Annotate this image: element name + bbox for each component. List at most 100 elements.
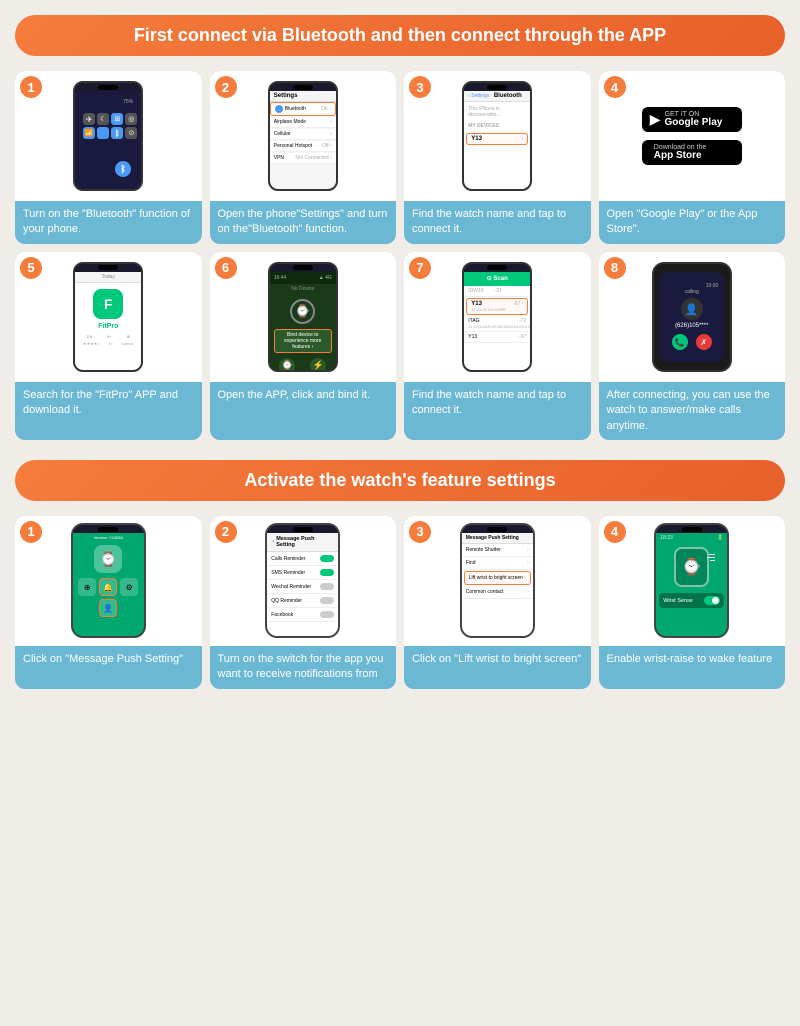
step-2-number: 2 — [215, 76, 237, 98]
step-6-image: 6 16:44 ▲ 4G No Device ⌚ Bind device to … — [210, 252, 397, 382]
watch-call-screen: 10:00 calling 👤 (626)105**** 📞 ✗ — [659, 272, 724, 362]
common-contact-item: Common contact › — [462, 586, 533, 599]
section1-title: First connect via Bluetooth and then con… — [35, 25, 765, 46]
calls-reminder-item: Calls Reminder — [267, 552, 338, 566]
fitpro-main-screen: Version: V13653 ⌚ ⊕ 🔔 ⚙ 👤 — [73, 533, 144, 636]
bind-device-button[interactable]: Bind device to experience more features … — [274, 329, 332, 353]
step-1-text: Turn on the "Bluetooth" function of your… — [15, 201, 202, 244]
step-4-card: 4 ▶ GET IT ON Google Play Download on th… — [599, 71, 786, 244]
s2-step-1-card: 1 Version: V13653 ⌚ ⊕ 🔔 ⚙ — [15, 516, 202, 689]
watch-inner-8: 10:00 calling 👤 (626)105**** 📞 ✗ — [659, 272, 724, 362]
app-store-button[interactable]: Download on the App Store — [642, 140, 742, 165]
s2-step-2-text: Turn on the switch for the app you want … — [210, 646, 397, 689]
step-8-image: 8 10:00 calling 👤 (626)105**** 📞 — [599, 252, 786, 382]
sms-reminder-toggle[interactable] — [320, 569, 334, 576]
step-1-image: 1 75% ✈ ☾ ⊞ ◎ 📶 — [15, 71, 202, 201]
step-6-card: 6 16:44 ▲ 4G No Device ⌚ Bind device to … — [210, 252, 397, 440]
phone-screen-3: ‹ Settings Bluetooth This iPhone is disc… — [464, 91, 530, 189]
phone-screen-2: Settings Bluetooth On › Airplane Mode› C… — [270, 91, 336, 189]
phone-mockup-s2-2: ‹ Message Push Setting Calls Reminder SM… — [265, 523, 340, 638]
s2-step-4-text: Enable wrist-raise to wake feature — [599, 646, 786, 689]
s2-step-1-text: Click on "Message Push Setting" — [15, 646, 202, 689]
step-2-image: 2 Settings Bluetooth On › Airplane Mode› — [210, 71, 397, 201]
wrist-sense-screen: 18:23 🔋 ⌚ — [656, 533, 727, 636]
lift-wrist-screen: Message Push Setting Remote Shutter › Fi… — [462, 533, 533, 636]
step-6-number: 6 — [215, 257, 237, 279]
phone-screen-6: 16:44 ▲ 4G No Device ⌚ Bind device to ex… — [270, 272, 336, 370]
s2-step-3-number: 3 — [409, 521, 431, 543]
phone-mockup-3: ‹ Settings Bluetooth This iPhone is disc… — [462, 81, 532, 191]
answer-call-button[interactable]: 📞 — [672, 334, 688, 350]
step-8-card: 8 10:00 calling 👤 (626)105**** 📞 — [599, 252, 786, 440]
lift-wrist-item[interactable]: Lift wrist to bright screen › — [464, 571, 531, 585]
phone-mockup-6: 16:44 ▲ 4G No Device ⌚ Bind device to ex… — [268, 262, 338, 372]
step-4-image: 4 ▶ GET IT ON Google Play Download on th… — [599, 71, 786, 201]
watch-phone-number: (626)105**** — [675, 323, 708, 329]
step-5-number: 5 — [20, 257, 42, 279]
msg-push-screen-title: Message Push Setting — [276, 536, 333, 548]
app-stores-area: ▶ GET IT ON Google Play Download on the … — [637, 102, 747, 170]
qq-reminder-toggle[interactable] — [320, 597, 334, 604]
s2-step-4-number: 4 — [604, 521, 626, 543]
step-3-text: Find the watch name and tap to connect i… — [404, 201, 591, 244]
google-play-button[interactable]: ▶ GET IT ON Google Play — [642, 107, 742, 132]
watch-mockup-8: 10:00 calling 👤 (626)105**** 📞 ✗ — [652, 262, 732, 372]
step-3-image: 3 ‹ Settings Bluetooth This iPhone is di… — [404, 71, 591, 201]
s2-step-3-text: Click on "Lift wrist to bright screen" — [404, 646, 591, 689]
s2-step-3-card: 3 Message Push Setting Remote Shutter › — [404, 516, 591, 689]
phone-screen-5: Today F FitPro 2.84+⊕ ★★★★☆4+Games — [75, 272, 141, 370]
s2-step-1-number: 1 — [20, 521, 42, 543]
s2-step-2-card: 2 ‹ Message Push Setting Calls Reminder — [210, 516, 397, 689]
qq-reminder-item: QQ Reminder — [267, 594, 338, 608]
step-7-text: Find the watch name and tap to connect i… — [404, 382, 591, 440]
bluetooth-setting-item: Bluetooth On › — [270, 102, 336, 116]
step-1-card: 1 75% ✈ ☾ ⊞ ◎ 📶 — [15, 71, 202, 244]
phone-mockup-1: 75% ✈ ☾ ⊞ ◎ 📶 ᛒ ⊙ — [73, 81, 143, 191]
step-8-text: After connecting, you can use the watch … — [599, 382, 786, 440]
section1-steps-grid: 1 75% ✈ ☾ ⊞ ◎ 📶 — [15, 71, 785, 440]
step-7-image: 7 ⊙ Scan IDW16 -21 Y13 -57 › — [404, 252, 591, 382]
s2-step-1-image: 1 Version: V13653 ⌚ ⊕ 🔔 ⚙ — [15, 516, 202, 646]
s2-step-3-image: 3 Message Push Setting Remote Shutter › — [404, 516, 591, 646]
step-2-text: Open the phone"Settings" and turn on the… — [210, 201, 397, 244]
phone-mockup-s2-3: Message Push Setting Remote Shutter › Fi… — [460, 523, 535, 638]
s2-step-2-image: 2 ‹ Message Push Setting Calls Reminder — [210, 516, 397, 646]
section2-container: Activate the watch's feature settings 1 … — [15, 460, 785, 689]
step-1-number: 1 — [20, 76, 42, 98]
step-8-number: 8 — [604, 257, 626, 279]
step-4-number: 4 — [604, 76, 626, 98]
section2-steps-grid: 1 Version: V13653 ⌚ ⊕ 🔔 ⚙ — [15, 516, 785, 689]
section2-title: Activate the watch's feature settings — [35, 470, 765, 491]
call-buttons-container: 📞 ✗ — [672, 334, 712, 350]
wechat-reminder-item: Wechat Reminder — [267, 580, 338, 594]
remote-shutter-item: Remote Shutter › — [462, 544, 533, 557]
phone-mockup-7: ⊙ Scan IDW16 -21 Y13 -57 › 21:21:21:0:0:… — [462, 262, 532, 372]
fitpro-version-label: Version: V13653 — [73, 533, 144, 542]
phone-mockup-s2-4: 18:23 🔋 ⌚ — [654, 523, 729, 638]
s2-step-2-number: 2 — [215, 521, 237, 543]
step-7-card: 7 ⊙ Scan IDW16 -21 Y13 -57 › — [404, 252, 591, 440]
section1-header: First connect via Bluetooth and then con… — [15, 15, 785, 56]
app-store-big-text: App Store — [654, 151, 707, 161]
step-7-number: 7 — [409, 257, 431, 279]
fitpro-label: FitPro — [75, 323, 141, 330]
google-play-big-text: Google Play — [665, 118, 723, 128]
watch-y13-item: Y13 › — [466, 133, 528, 145]
facebook-reminder-item: Facebook — [267, 608, 338, 622]
step-5-card: 5 Today F FitPro 2.84+⊕ — [15, 252, 202, 440]
calls-reminder-toggle[interactable] — [320, 555, 334, 562]
wechat-reminder-toggle[interactable] — [320, 583, 334, 590]
phone-mockup-5: Today F FitPro 2.84+⊕ ★★★★☆4+Games — [73, 262, 143, 372]
step-5-text: Search for the "FitPro" APP and download… — [15, 382, 202, 440]
phone-mockup-2: Settings Bluetooth On › Airplane Mode› C… — [268, 81, 338, 191]
reject-call-button[interactable]: ✗ — [696, 334, 712, 350]
sms-reminder-item: SMS Reminder — [267, 566, 338, 580]
step-2-card: 2 Settings Bluetooth On › Airplane Mode› — [210, 71, 397, 244]
s2-step-4-card: 4 18:23 🔋 ⌚ — [599, 516, 786, 689]
step-5-image: 5 Today F FitPro 2.84+⊕ — [15, 252, 202, 382]
phone-mockup-s2-1: Version: V13653 ⌚ ⊕ 🔔 ⚙ 👤 — [71, 523, 146, 638]
facebook-reminder-toggle[interactable] — [320, 611, 334, 618]
find-item: Find › — [462, 557, 533, 570]
section2-header: Activate the watch's feature settings — [15, 460, 785, 501]
phone-screen-7: ⊙ Scan IDW16 -21 Y13 -57 › 21:21:21:0:0:… — [464, 272, 530, 370]
